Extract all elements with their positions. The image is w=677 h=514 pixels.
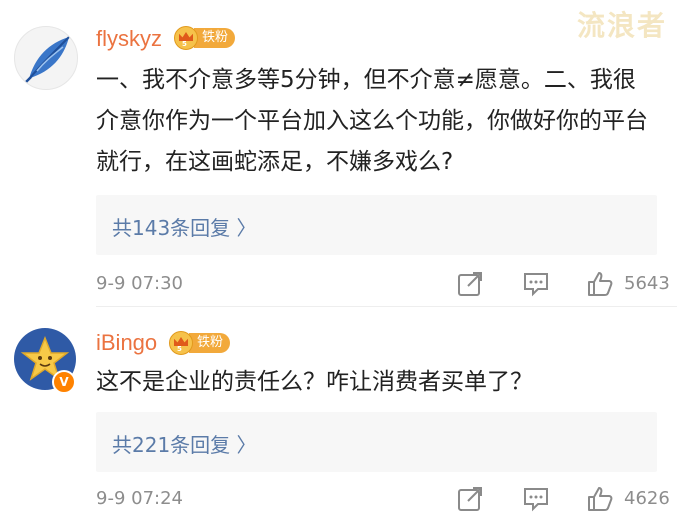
- replies-button[interactable]: 共221条回复 〉: [96, 412, 657, 472]
- like-count: 5643: [624, 273, 670, 294]
- comment-icon[interactable]: [522, 270, 550, 298]
- like-count: 4626: [624, 488, 670, 509]
- timestamp: 9-9 07:24: [96, 488, 183, 509]
- verified-badge: V: [52, 370, 76, 394]
- crown-icon: 5: [169, 331, 193, 355]
- replies-label: 共221条回复 〉: [112, 433, 257, 457]
- fan-badge: 5 铁粉: [169, 331, 231, 355]
- like-icon[interactable]: [586, 485, 614, 513]
- fan-badge-label: 铁粉: [189, 333, 231, 353]
- username[interactable]: iBingo: [96, 330, 157, 356]
- comment-item: V iBingo 5 铁粉 这不是企业的责任么？咋让消费者买单了？ 共221条回…: [0, 0, 677, 512]
- share-icon[interactable]: [456, 270, 484, 298]
- comment-text: 这不是企业的责任么？咋让消费者买单了？: [96, 369, 533, 395]
- comment-icon[interactable]: [522, 485, 550, 513]
- divider: [96, 306, 677, 307]
- replies-label: 共143条回复 〉: [112, 216, 257, 240]
- share-icon[interactable]: [456, 485, 484, 513]
- timestamp: 9-9 07:30: [96, 273, 183, 294]
- like-icon[interactable]: [586, 270, 614, 298]
